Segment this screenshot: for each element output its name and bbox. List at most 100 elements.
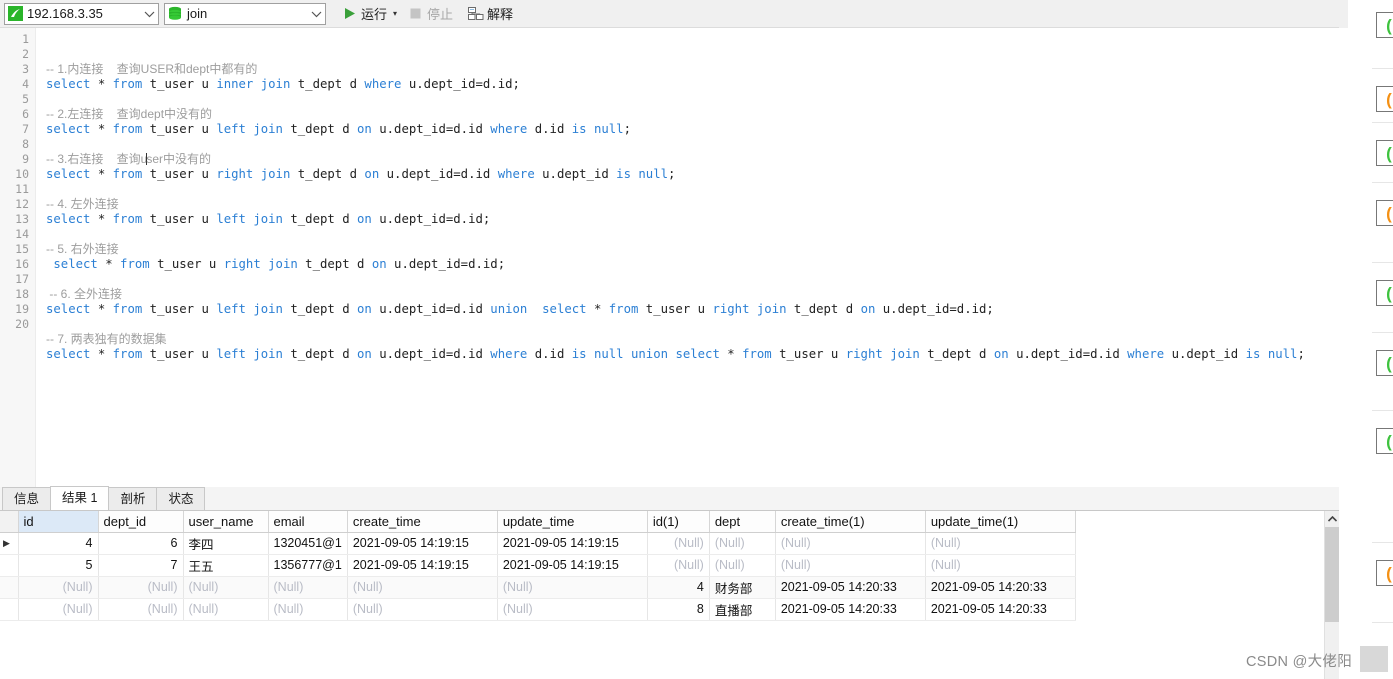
cell-update_time[interactable]: 2021-09-05 14:19:15: [497, 532, 648, 555]
column-header-user_name[interactable]: user_name: [183, 511, 269, 533]
background-app-icon[interactable]: (: [1376, 280, 1393, 306]
code-line[interactable]: -- 3.右连接 查询user中没有的: [36, 152, 1339, 167]
result-grid[interactable]: id dept_id user_name email create_time update…: [0, 511, 1076, 621]
background-app-icon[interactable]: (: [1376, 86, 1393, 112]
scrollbar-thumb[interactable]: [1325, 527, 1340, 622]
sql-editor[interactable]: 1 2 3 4 5 6 7 8 9 10 11 12 13 14 15 16 17 18 19 20 -- 1.内连接…: [0, 28, 1339, 487]
column-header-id1[interactable]: id(1): [647, 511, 710, 533]
table-row[interactable]: 5 7 王五 1356777@1 2021-09-05 14:19:15 2021-09-…: [0, 554, 1076, 577]
cell-create_time1[interactable]: (Null): [775, 532, 926, 555]
cell-update_time1[interactable]: 2021-09-05 14:20:33: [925, 576, 1076, 599]
cell-email[interactable]: 1356777@1: [268, 554, 348, 577]
database-select[interactable]: join: [164, 2, 326, 25]
result-tab-0[interactable]: 信息: [2, 487, 52, 510]
run-dropdown-caret[interactable]: ▾: [391, 9, 401, 18]
column-header-id[interactable]: id: [18, 511, 99, 533]
cell-email[interactable]: (Null): [268, 576, 348, 599]
column-header-update_time1[interactable]: update_time(1): [925, 511, 1076, 533]
table-row[interactable]: (Null) (Null) (Null) (Null) (Null) (Null) 8 直播部…: [0, 598, 1076, 621]
code-line[interactable]: -- 1.内连接 查询USER和dept中都有的: [36, 62, 1339, 77]
code-line[interactable]: -- 7. 两表独有的数据集: [36, 332, 1339, 347]
cell-dept[interactable]: 直播部: [709, 598, 776, 621]
cell-create_time[interactable]: 2021-09-05 14:19:15: [347, 532, 498, 555]
cell-id1[interactable]: 8: [647, 598, 710, 621]
cell-dept[interactable]: (Null): [709, 532, 776, 555]
row-marker[interactable]: [0, 554, 19, 577]
cell-user_name[interactable]: 李四: [183, 532, 269, 555]
cell-email[interactable]: (Null): [268, 598, 348, 621]
cell-create_time1[interactable]: (Null): [775, 554, 926, 577]
column-header-dept[interactable]: dept: [709, 511, 776, 533]
scroll-up-arrow-icon[interactable]: [1325, 511, 1340, 527]
code-line[interactable]: select * from t_user u right join t_dept…: [36, 167, 1339, 182]
code-line[interactable]: [36, 317, 1339, 332]
column-header-email[interactable]: email: [268, 511, 348, 533]
chevron-down-icon[interactable]: [140, 10, 158, 18]
code-line[interactable]: -- 5. 右外连接: [36, 242, 1339, 257]
run-button[interactable]: 运行: [337, 2, 391, 26]
chevron-down-icon[interactable]: [307, 10, 325, 18]
sql-code-area[interactable]: -- 1.内连接 查询USER和dept中都有的 select * from t_…: [36, 28, 1339, 487]
code-line[interactable]: [36, 227, 1339, 242]
cell-id[interactable]: 4: [18, 532, 99, 555]
cell-update_time[interactable]: (Null): [497, 598, 648, 621]
background-app-icon[interactable]: (: [1376, 12, 1393, 38]
table-row[interactable]: ▶ 4 6 李四 1320451@1 2021-09-05 14:19:15 2021-09…: [0, 532, 1076, 555]
cell-dept_id[interactable]: 6: [98, 532, 184, 555]
result-grid-wrap[interactable]: id dept_id user_name email create_time update…: [0, 511, 1339, 679]
result-tab-3[interactable]: 状态: [156, 487, 206, 510]
code-line[interactable]: -- 6. 全外连接: [36, 287, 1339, 302]
cell-email[interactable]: 1320451@1: [268, 532, 348, 555]
code-line[interactable]: select * from t_user u left join t_dept …: [36, 122, 1339, 137]
cell-user_name[interactable]: (Null): [183, 576, 269, 599]
code-line[interactable]: select * from t_user u right join t_dept…: [36, 257, 1339, 272]
row-marker[interactable]: ▶: [0, 532, 19, 555]
cell-dept_id[interactable]: 7: [98, 554, 184, 577]
cell-create_time1[interactable]: 2021-09-05 14:20:33: [775, 576, 926, 599]
cell-dept[interactable]: (Null): [709, 554, 776, 577]
code-line[interactable]: -- 2.左连接 查询dept中没有的: [36, 107, 1339, 122]
column-header-create_time1[interactable]: create_time(1): [775, 511, 926, 533]
row-marker[interactable]: [0, 576, 19, 599]
result-tab-1[interactable]: 结果 1: [50, 486, 110, 510]
cell-dept[interactable]: 财务部: [709, 576, 776, 599]
cell-create_time[interactable]: 2021-09-05 14:19:15: [347, 554, 498, 577]
row-marker[interactable]: [0, 598, 19, 621]
cell-update_time[interactable]: (Null): [497, 576, 648, 599]
cell-update_time1[interactable]: 2021-09-05 14:20:33: [925, 598, 1076, 621]
connection-select[interactable]: 192.168.3.35: [4, 2, 159, 25]
code-line[interactable]: [36, 137, 1339, 152]
code-line[interactable]: select * from t_user u left join t_dept …: [36, 347, 1339, 362]
column-header-update_time[interactable]: update_time: [497, 511, 648, 533]
column-header-dept_id[interactable]: dept_id: [98, 511, 184, 533]
code-line[interactable]: [36, 92, 1339, 107]
code-line[interactable]: select * from t_user u left join t_dept …: [36, 212, 1339, 227]
cell-create_time1[interactable]: 2021-09-05 14:20:33: [775, 598, 926, 621]
cell-update_time1[interactable]: (Null): [925, 532, 1076, 555]
background-app-icon[interactable]: (: [1376, 140, 1393, 166]
cell-id[interactable]: (Null): [18, 598, 99, 621]
code-line[interactable]: select * from t_user u left join t_dept …: [36, 302, 1339, 317]
cell-dept_id[interactable]: (Null): [98, 576, 184, 599]
code-line[interactable]: [36, 182, 1339, 197]
background-app-icon[interactable]: (: [1376, 200, 1393, 226]
code-line[interactable]: select * from t_user u inner join t_dept…: [36, 77, 1339, 92]
cell-id[interactable]: 5: [18, 554, 99, 577]
cell-update_time[interactable]: 2021-09-05 14:19:15: [497, 554, 648, 577]
column-header-create_time[interactable]: create_time: [347, 511, 498, 533]
cell-id1[interactable]: (Null): [647, 532, 710, 555]
stop-button[interactable]: 停止: [403, 2, 457, 26]
cell-update_time1[interactable]: (Null): [925, 554, 1076, 577]
background-app-icon[interactable]: (: [1376, 428, 1393, 454]
result-tab-2[interactable]: 剖析: [108, 487, 158, 510]
background-app-icon[interactable]: (: [1376, 350, 1393, 376]
cell-user_name[interactable]: 王五: [183, 554, 269, 577]
cell-id1[interactable]: (Null): [647, 554, 710, 577]
cell-create_time[interactable]: (Null): [347, 598, 498, 621]
background-app-icon[interactable]: (: [1376, 560, 1393, 586]
cell-dept_id[interactable]: (Null): [98, 598, 184, 621]
table-row[interactable]: (Null) (Null) (Null) (Null) (Null) (Null) 4 财务部…: [0, 576, 1076, 599]
cell-id1[interactable]: 4: [647, 576, 710, 599]
cell-user_name[interactable]: (Null): [183, 598, 269, 621]
code-line[interactable]: [36, 272, 1339, 287]
